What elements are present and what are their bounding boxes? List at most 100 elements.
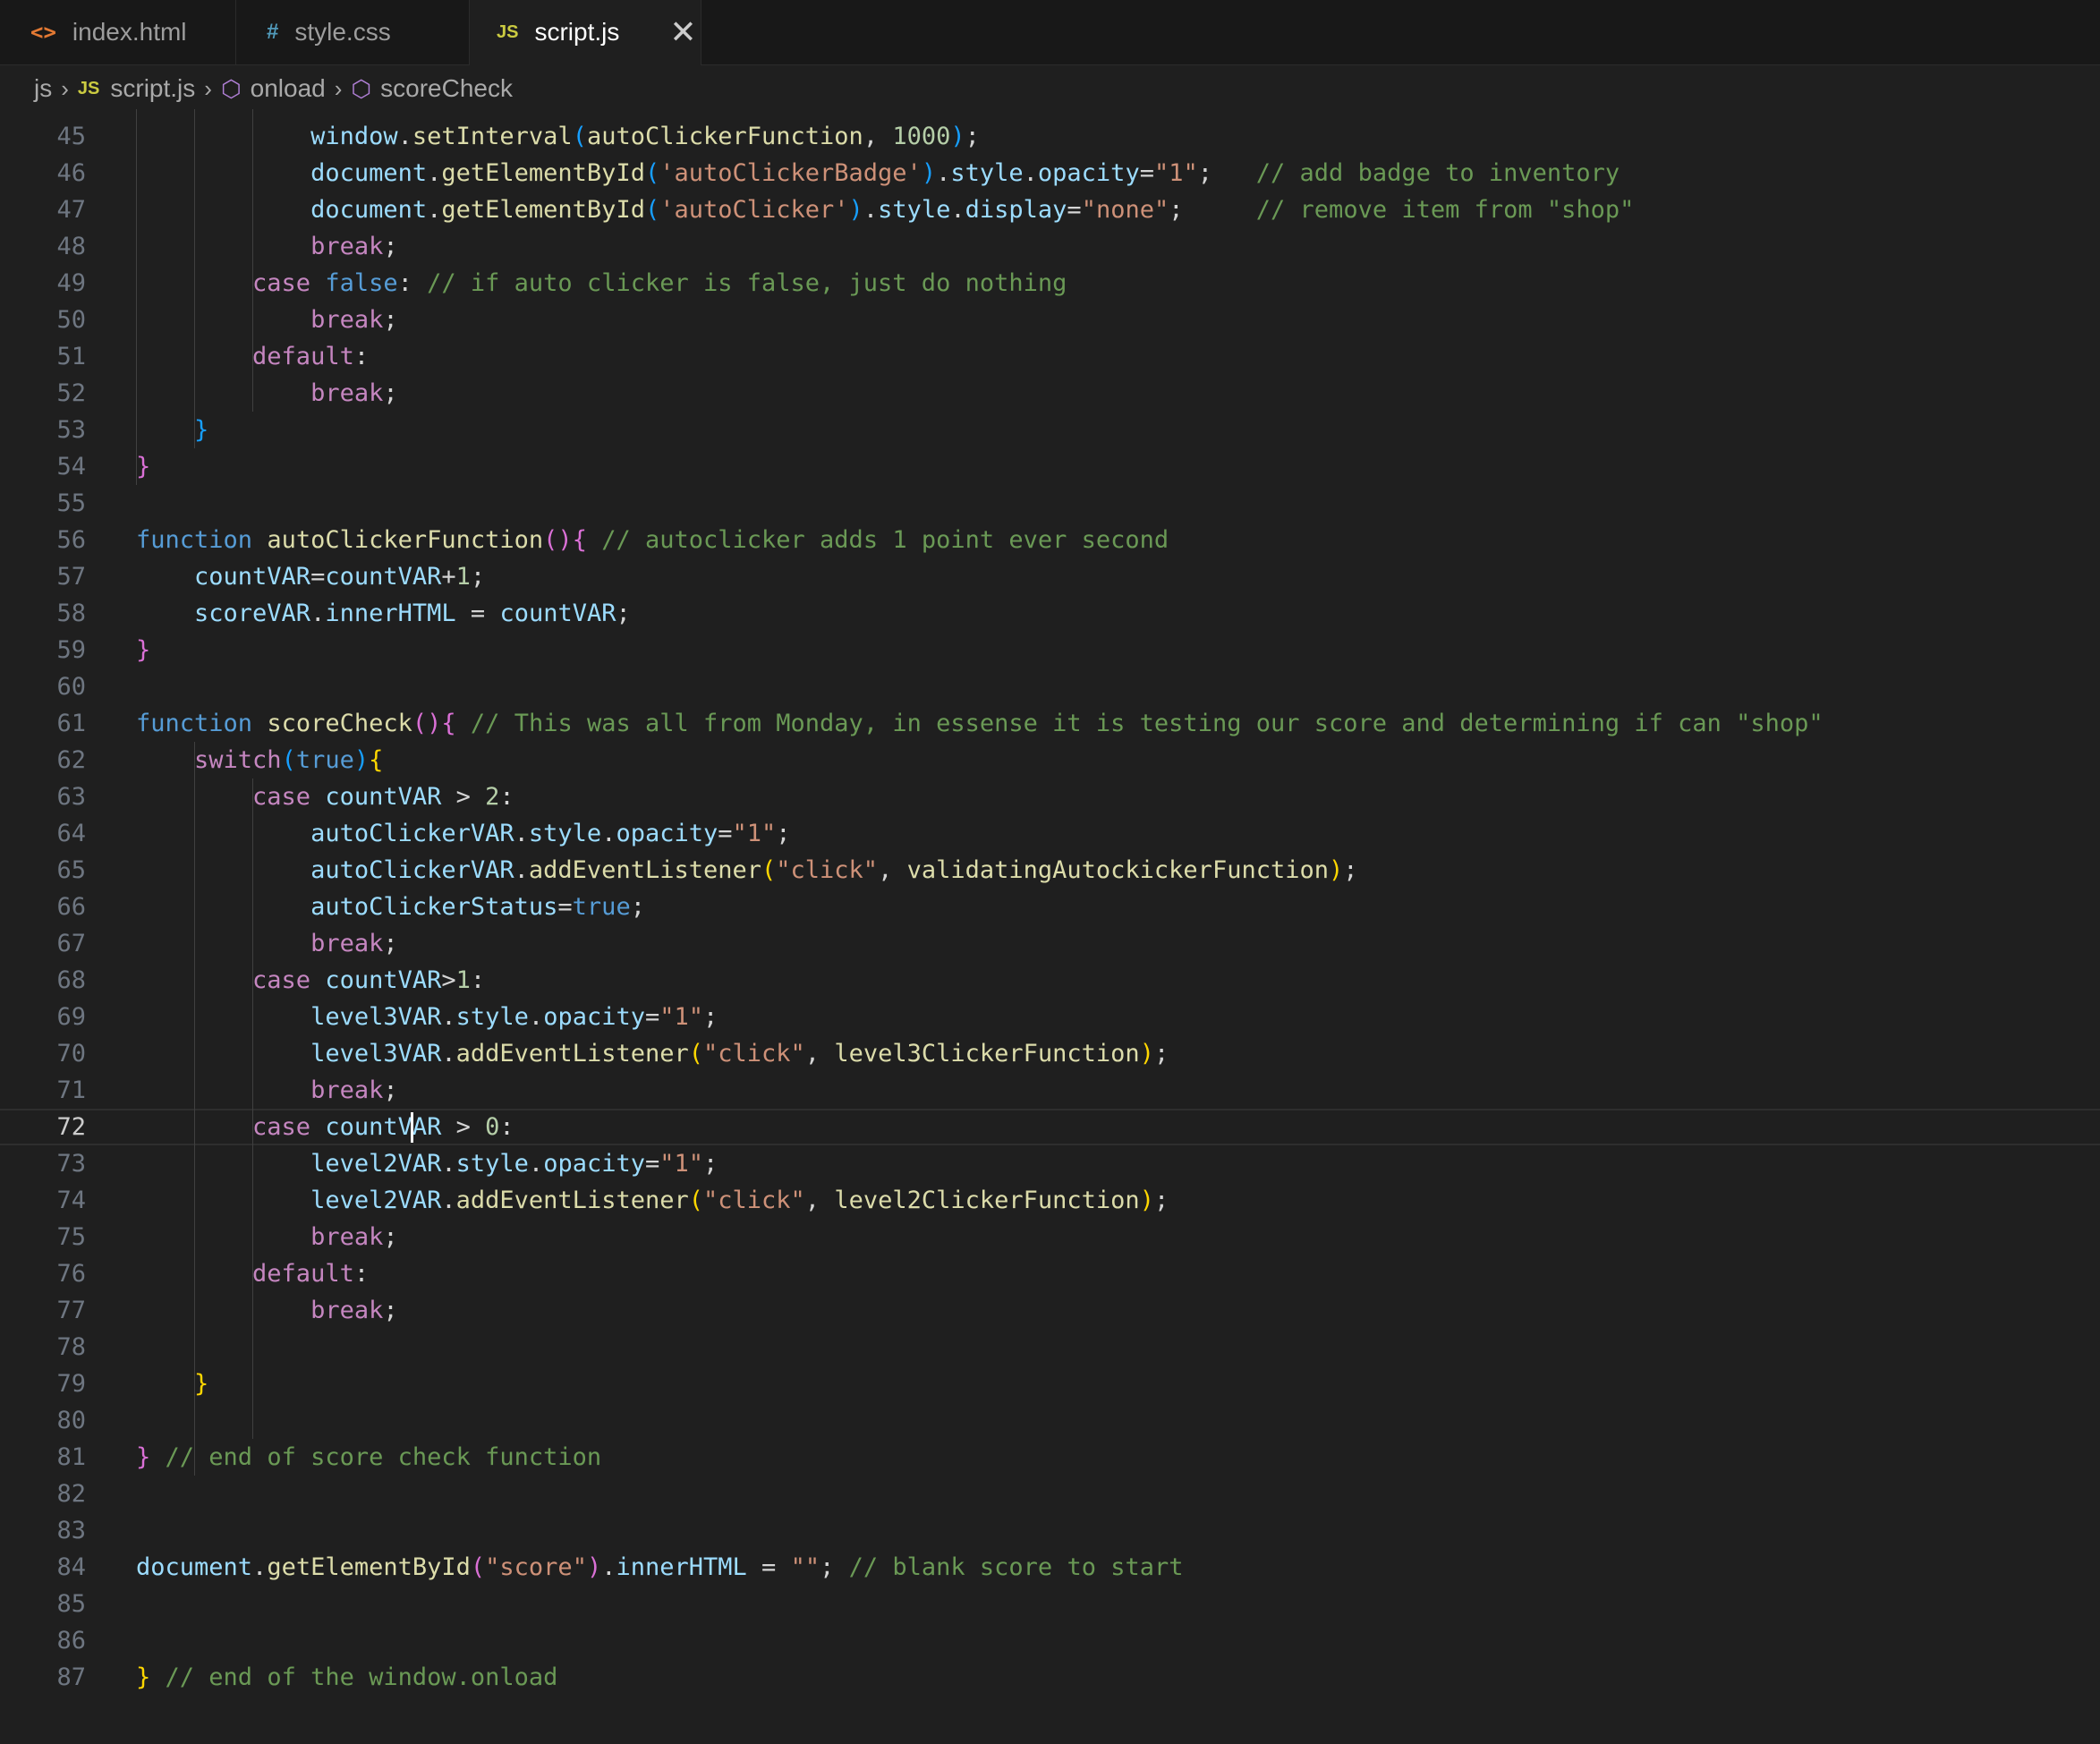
code-line[interactable]: 82	[0, 1476, 2100, 1512]
chevron-right-icon: ›	[61, 74, 69, 102]
text-cursor	[410, 1112, 413, 1143]
breadcrumb-symbol-onload[interactable]: onload	[251, 74, 326, 103]
code-line[interactable]: 64 autoClickerVAR.style.opacity="1";	[0, 815, 2100, 852]
indent-guide	[136, 109, 137, 485]
line-number: 72	[56, 1113, 86, 1141]
line-number: 47	[56, 196, 86, 224]
code-editor[interactable]: 44 case true:45 window.setInterval(autoC…	[0, 109, 2100, 1744]
code-text: break;	[136, 379, 398, 407]
line-number: 71	[56, 1076, 86, 1104]
code-line[interactable]: 75 break;	[0, 1219, 2100, 1255]
line-number: 75	[56, 1223, 86, 1251]
code-line[interactable]: 50 break;	[0, 302, 2100, 338]
tab-style-css[interactable]: # style.css	[236, 0, 470, 64]
code-line[interactable]: 69 level3VAR.style.opacity="1";	[0, 999, 2100, 1035]
line-number: 78	[56, 1333, 86, 1361]
code-line[interactable]: 54}	[0, 448, 2100, 485]
code-line[interactable]: 71 break;	[0, 1072, 2100, 1109]
line-number: 53	[56, 416, 86, 444]
code-line[interactable]: 65 autoClickerVAR.addEventListener("clic…	[0, 852, 2100, 889]
line-number: 62	[56, 746, 86, 774]
code-line[interactable]: 84 document.getElementById("score").inner…	[0, 1549, 2100, 1586]
code-text: break;	[136, 1297, 398, 1324]
code-line[interactable]: 47 document.getElementById('autoClicker'…	[0, 191, 2100, 228]
code-line[interactable]: 44 case true:	[0, 109, 2100, 118]
code-line[interactable]: 62 switch(true){	[0, 742, 2100, 778]
line-number: 46	[56, 159, 86, 187]
code-line[interactable]: 77 break;	[0, 1292, 2100, 1329]
code-text: countVAR=countVAR+1;	[136, 563, 486, 591]
line-number: 82	[56, 1480, 86, 1508]
code-text: }	[136, 636, 151, 664]
line-number: 60	[56, 673, 86, 701]
line-number: 85	[56, 1590, 86, 1618]
code-line[interactable]: 49 case false: // if auto clicker is fal…	[0, 265, 2100, 302]
line-number: 70	[56, 1040, 86, 1068]
code-text: }	[136, 1370, 209, 1398]
code-line[interactable]: 53 }	[0, 412, 2100, 448]
code-line[interactable]: 68 case countVAR>1:	[0, 962, 2100, 999]
code-line[interactable]: 63 case countVAR > 2:	[0, 778, 2100, 815]
line-number: 83	[56, 1517, 86, 1544]
code-line[interactable]: 87} // end of the window.onload	[0, 1659, 2100, 1696]
code-line[interactable]: 74 level2VAR.addEventListener("click", l…	[0, 1182, 2100, 1219]
code-text: break;	[136, 233, 398, 260]
code-line[interactable]: 48 break;	[0, 228, 2100, 265]
code-line[interactable]: 66 autoClickerStatus=true;	[0, 889, 2100, 925]
indent-guide	[252, 778, 253, 1439]
cube-symbol-icon: ⬡	[351, 74, 372, 102]
code-line[interactable]: 58 scoreVAR.innerHTML = countVAR;	[0, 595, 2100, 632]
code-line[interactable]: 72 case countVAR > 0:	[0, 1109, 2100, 1145]
code-line[interactable]: 55	[0, 485, 2100, 522]
code-text: autoClickerVAR.addEventListener("click",…	[136, 856, 1358, 884]
indent-guide	[194, 109, 195, 448]
line-number: 84	[56, 1553, 86, 1581]
line-number: 48	[56, 233, 86, 260]
line-number: 54	[56, 453, 86, 481]
code-line[interactable]: 56 function autoClickerFunction(){ // aut…	[0, 522, 2100, 558]
code-line[interactable]: 73 level2VAR.style.opacity="1";	[0, 1145, 2100, 1182]
code-text: }	[136, 416, 209, 444]
code-line[interactable]: 60	[0, 668, 2100, 705]
breadcrumb-symbol-scorecheck[interactable]: scoreCheck	[380, 74, 513, 103]
tab-label: index.html	[72, 18, 187, 46]
code-line[interactable]: 81} // end of score check function	[0, 1439, 2100, 1476]
tab-index-html[interactable]: <> index.html	[0, 0, 236, 64]
code-line[interactable]: 52 break;	[0, 375, 2100, 412]
line-number: 65	[56, 856, 86, 884]
close-icon[interactable]: ✕	[669, 13, 696, 51]
code-text: function autoClickerFunction(){ // autoc…	[136, 526, 1169, 554]
code-line[interactable]: 57 countVAR=countVAR+1;	[0, 558, 2100, 595]
code-line[interactable]: 79 }	[0, 1365, 2100, 1402]
line-number: 44	[0, 109, 86, 118]
code-text: document.getElementById("score").innerHT…	[136, 1553, 1184, 1581]
tab-script-js[interactable]: JS script.js ✕	[470, 0, 701, 66]
line-number: 55	[56, 489, 86, 517]
code-line[interactable]: 46 document.getElementById('autoClickerB…	[0, 155, 2100, 191]
code-text: autoClickerStatus=true;	[136, 893, 645, 921]
code-line[interactable]: 76 default:	[0, 1255, 2100, 1292]
code-line[interactable]: 59}	[0, 632, 2100, 668]
code-text: case true:	[136, 109, 398, 118]
code-line[interactable]: 78	[0, 1329, 2100, 1365]
code-line[interactable]: 61 function scoreCheck(){ // This was all…	[0, 705, 2100, 742]
code-line[interactable]: 80	[0, 1402, 2100, 1439]
chevron-right-icon: ›	[334, 74, 343, 102]
code-line[interactable]: 85	[0, 1586, 2100, 1622]
code-line[interactable]: 86	[0, 1622, 2100, 1659]
code-text: level2VAR.addEventListener("click", leve…	[136, 1187, 1169, 1214]
code-line[interactable]: 83	[0, 1512, 2100, 1549]
breadcrumb-folder[interactable]: js	[34, 74, 52, 103]
line-number: 87	[56, 1663, 86, 1691]
code-line[interactable]: 70 level3VAR.addEventListener("click", l…	[0, 1035, 2100, 1072]
line-number: 68	[56, 966, 86, 994]
line-number: 66	[56, 893, 86, 921]
code-line[interactable]: 67 break;	[0, 925, 2100, 962]
code-line[interactable]: 45 window.setInterval(autoClickerFunctio…	[0, 118, 2100, 155]
line-number: 58	[56, 600, 86, 627]
code-line[interactable]: 51 default:	[0, 338, 2100, 375]
indent-guide	[252, 109, 253, 412]
breadcrumb-file[interactable]: script.js	[110, 74, 195, 103]
js-file-icon: JS	[77, 78, 100, 98]
line-number: 57	[56, 563, 86, 591]
